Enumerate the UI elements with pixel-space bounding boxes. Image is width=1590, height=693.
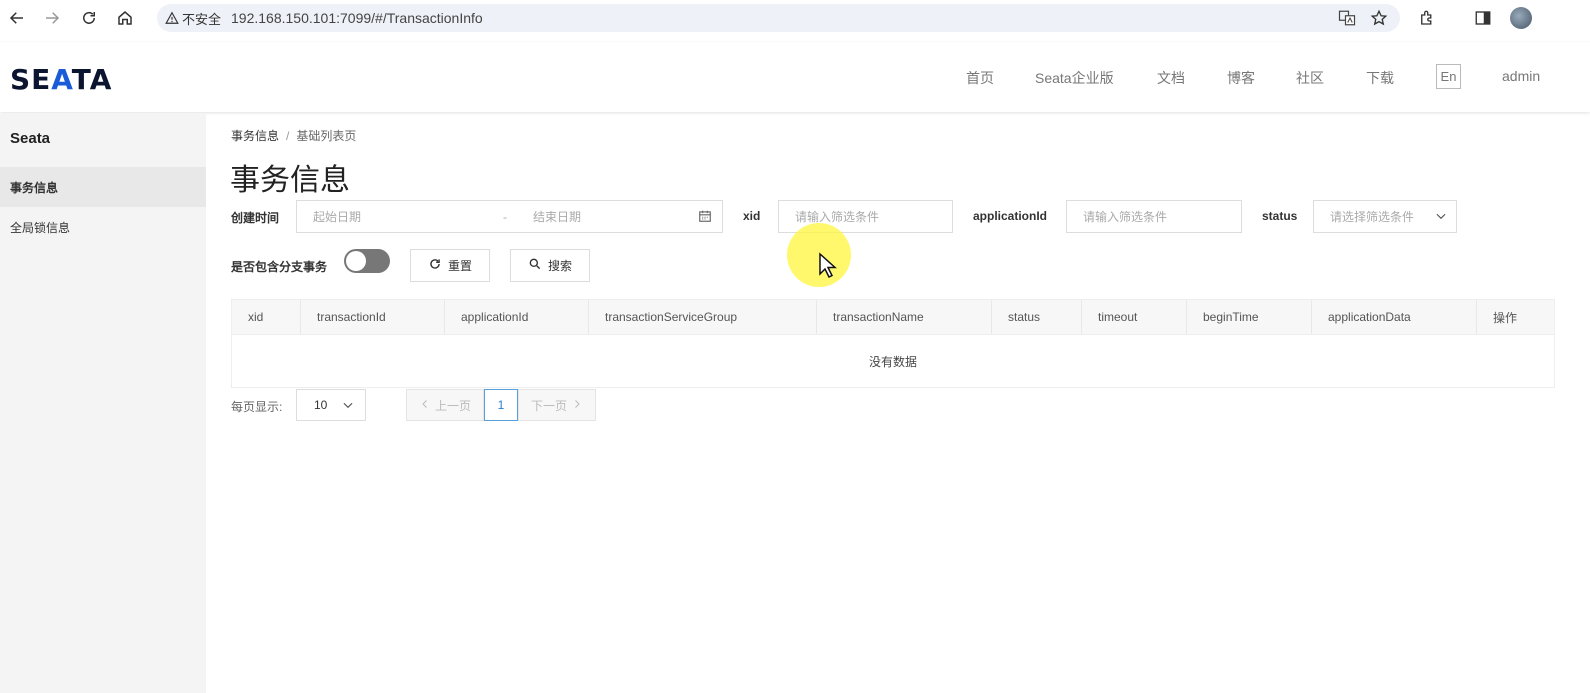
column-header: transactionServiceGroup (589, 300, 817, 334)
forward-icon[interactable] (41, 7, 63, 29)
chevron-down-icon (341, 398, 355, 415)
xid-label: xid (743, 209, 761, 223)
column-header: transactionId (301, 300, 445, 334)
reset-button-label: 重置 (447, 259, 472, 273)
sidebar: Seata 事务信息 全局锁信息 (0, 113, 206, 693)
prev-page-button[interactable]: 上一页 (406, 389, 484, 421)
search-button-label: 搜索 (547, 259, 572, 273)
breadcrumb: 事务信息 / 基础列表页 (231, 127, 356, 144)
start-date-placeholder[interactable]: 起始日期 (313, 208, 503, 225)
breadcrumb-separator: / (286, 129, 290, 143)
table-header: xid transactionId applicationId transact… (231, 299, 1555, 335)
page-size-label: 每页显示: (231, 400, 283, 414)
transaction-table: xid transactionId applicationId transact… (231, 299, 1555, 388)
nav-home[interactable]: 首页 (966, 68, 994, 88)
nav-community[interactable]: 社区 (1296, 68, 1324, 88)
application-id-input[interactable] (1083, 209, 1241, 224)
translate-icon[interactable] (1338, 9, 1356, 27)
language-switch-button[interactable]: En (1436, 64, 1461, 89)
security-label: 不安全 (182, 11, 222, 27)
logo-text-2: A (51, 63, 72, 96)
logo-text-1: SE (10, 63, 52, 96)
table-empty-row: 没有数据 (231, 335, 1555, 388)
reset-button[interactable]: 重置 (410, 249, 490, 282)
warning-icon (165, 11, 179, 24)
nav-download[interactable]: 下载 (1366, 68, 1394, 88)
page-title: 事务信息 (230, 164, 350, 197)
security-warning[interactable]: 不安全 (165, 9, 221, 28)
calendar-icon[interactable] (698, 209, 712, 226)
next-page-label: 下一页 (530, 398, 567, 413)
empty-text: 没有数据 (868, 354, 917, 369)
back-icon[interactable] (6, 7, 28, 29)
mouse-cursor-icon (818, 252, 838, 283)
chevron-down-icon (1434, 209, 1448, 226)
address-bar[interactable]: 不安全 192.168.150.101:7099/#/TransactionIn… (157, 4, 1400, 32)
column-header: beginTime (1187, 300, 1312, 334)
breadcrumb-item-basic-list: 基础列表页 (296, 129, 357, 143)
column-header: applicationData (1312, 300, 1477, 334)
nav-docs[interactable]: 文档 (1157, 68, 1185, 88)
sidebar-toggle-icon[interactable] (1472, 7, 1494, 29)
column-header: applicationId (445, 300, 589, 334)
sidebar-item-transaction-info[interactable]: 事务信息 (0, 167, 206, 207)
next-page-button[interactable]: 下一页 (518, 389, 596, 421)
xid-input[interactable] (795, 209, 952, 224)
browser-toolbar: 不安全 192.168.150.101:7099/#/TransactionIn… (0, 0, 1590, 36)
column-header: 操作 (1493, 310, 1518, 325)
nav-enterprise[interactable]: Seata企业版 (1035, 68, 1114, 88)
search-icon (528, 257, 542, 274)
breadcrumb-item-transaction-info[interactable]: 事务信息 (231, 129, 279, 143)
profile-avatar[interactable] (1510, 7, 1532, 29)
seata-logo[interactable]: SEATA (10, 63, 112, 96)
include-branch-label: 是否包含分支事务 (231, 260, 328, 274)
chevron-right-icon (571, 398, 583, 413)
nav-blog[interactable]: 博客 (1227, 68, 1255, 88)
column-header: timeout (1082, 300, 1187, 334)
app-header: SEATA 首页 Seata企业版 文档 博客 社区 下载 En admin (0, 42, 1590, 112)
create-time-label: 创建时间 (231, 211, 280, 225)
application-id-label: applicationId (973, 209, 1048, 223)
extensions-icon[interactable] (1416, 7, 1438, 29)
logo-text-3: TA (71, 63, 113, 96)
page-size-value: 10 (314, 398, 328, 412)
column-header: transactionName (817, 300, 992, 334)
search-button[interactable]: 搜索 (510, 249, 590, 282)
date-range-picker[interactable]: 起始日期 - 结束日期 (296, 200, 723, 233)
application-id-input-wrapper (1066, 200, 1242, 233)
include-branch-toggle[interactable] (344, 249, 390, 273)
toggle-knob (346, 251, 366, 271)
home-icon[interactable] (114, 7, 136, 29)
chevron-left-icon (419, 398, 431, 413)
range-separator: - (503, 209, 507, 224)
url-text: 192.168.150.101:7099/#/TransactionInfo (231, 10, 483, 26)
star-icon[interactable] (1370, 9, 1388, 27)
sidebar-title: Seata (10, 130, 51, 147)
refresh-icon (428, 257, 442, 274)
page-size-select[interactable]: 10 (296, 389, 366, 421)
status-select[interactable]: 请选择筛选条件 (1313, 200, 1457, 233)
status-label: status (1262, 209, 1298, 223)
prev-page-label: 上一页 (434, 398, 471, 413)
end-date-placeholder[interactable]: 结束日期 (533, 208, 683, 225)
reload-icon[interactable] (78, 7, 100, 29)
user-name[interactable]: admin (1502, 68, 1540, 84)
pagination: 上一页 1 下一页 (406, 389, 596, 421)
column-header: status (992, 300, 1082, 334)
page-number-button[interactable]: 1 (484, 389, 518, 421)
column-header: xid (232, 300, 301, 334)
status-placeholder: 请选择筛选条件 (1330, 210, 1415, 224)
sidebar-item-global-lock-info[interactable]: 全局锁信息 (0, 207, 206, 247)
